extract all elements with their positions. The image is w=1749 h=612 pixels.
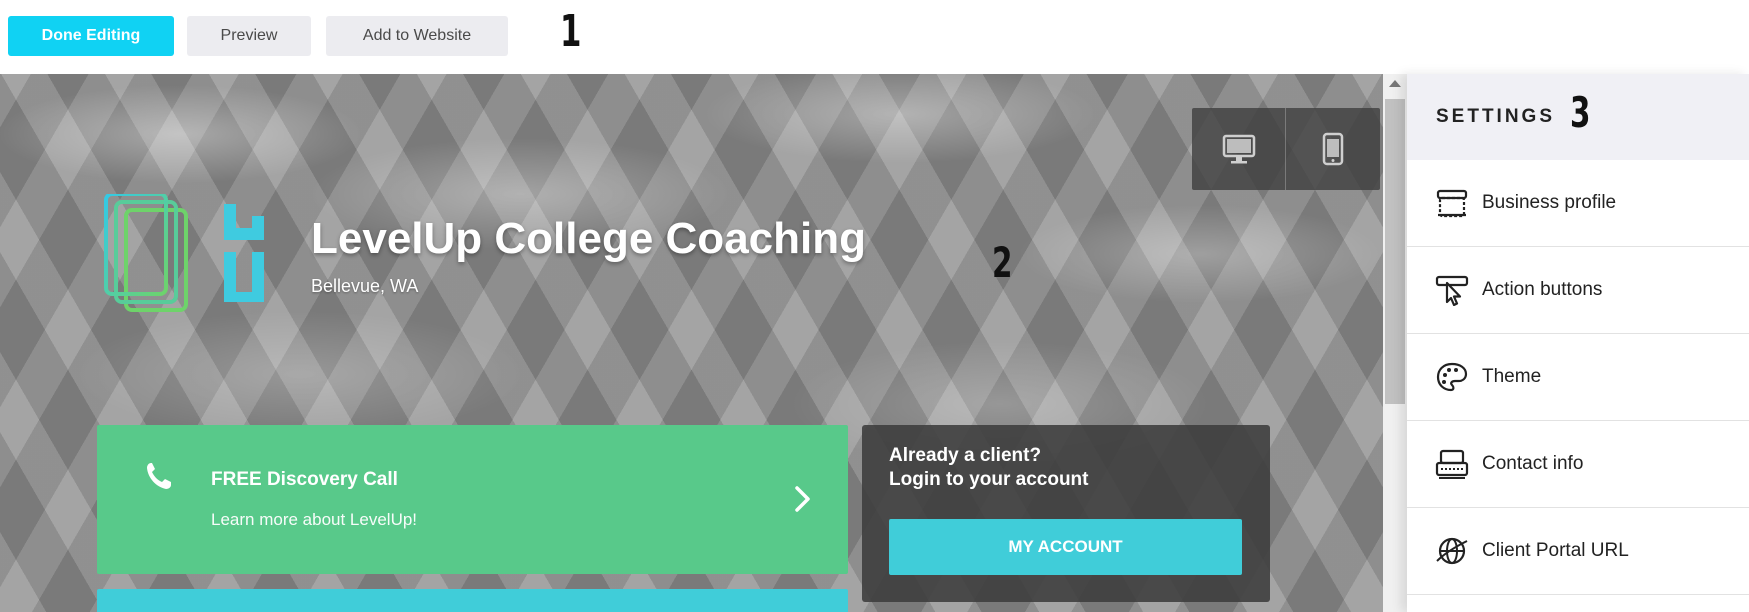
globe-icon <box>1436 537 1468 565</box>
client-login-box: Already a client? Login to your account … <box>862 425 1270 602</box>
settings-item-label: Client Portal URL <box>1482 540 1629 561</box>
my-account-button[interactable]: MY ACCOUNT <box>889 519 1242 575</box>
preview-scrollbar[interactable] <box>1383 74 1407 612</box>
settings-item-business-profile[interactable]: Business profile <box>1407 160 1749 247</box>
phone-icon <box>147 463 171 489</box>
cta-title: FREE Discovery Call <box>211 469 398 490</box>
desktop-view-button[interactable] <box>1192 108 1285 190</box>
settings-item-theme[interactable]: Theme <box>1407 334 1749 421</box>
discovery-call-button[interactable]: FREE Discovery Call Learn more about Lev… <box>97 425 848 574</box>
client-prompt: Already a client? <box>889 445 1042 466</box>
site-preview: LevelUp College Coaching Bellevue, WA FR… <box>0 74 1383 612</box>
settings-item-label: Contact info <box>1482 453 1584 474</box>
desktop-icon <box>1222 134 1255 164</box>
business-name: LevelUp College Coaching <box>311 214 866 263</box>
settings-item-contact-info[interactable]: Contact info <box>1407 421 1749 508</box>
annotation-marker-2: 2 <box>992 238 1013 287</box>
settings-item-action-buttons[interactable]: Action buttons <box>1407 247 1749 334</box>
settings-panel: SETTINGS Business profile Action buttons… <box>1407 74 1749 612</box>
preview-button[interactable]: Preview <box>187 16 311 56</box>
scroll-thumb[interactable] <box>1385 99 1405 404</box>
settings-item-label: Action buttons <box>1482 279 1603 300</box>
settings-item-label: Theme <box>1482 366 1542 387</box>
mobile-view-button[interactable] <box>1285 108 1379 190</box>
device-toggle <box>1192 108 1380 190</box>
scroll-up-arrow-icon[interactable] <box>1389 80 1401 87</box>
contact-card-icon <box>1435 449 1469 479</box>
palette-icon <box>1436 362 1468 392</box>
pointer-click-icon <box>1435 275 1469 306</box>
secondary-action-button[interactable] <box>97 589 848 612</box>
settings-item-client-portal-url[interactable]: Client Portal URL <box>1407 508 1749 595</box>
add-to-website-button[interactable]: Add to Website <box>326 16 508 56</box>
done-editing-button[interactable]: Done Editing <box>8 16 174 56</box>
cta-subtitle: Learn more about LevelUp! <box>211 510 418 529</box>
settings-title: SETTINGS <box>1436 106 1556 127</box>
client-login-text: Login to your account <box>889 469 1089 490</box>
storefront-icon <box>1436 189 1468 218</box>
business-location: Bellevue, WA <box>311 276 419 296</box>
annotation-marker-1: 1 <box>560 6 582 57</box>
annotation-marker-3: 3 <box>1570 88 1591 137</box>
mobile-icon <box>1322 132 1343 166</box>
settings-item-label: Business profile <box>1482 192 1617 213</box>
levelup-logo <box>104 194 264 312</box>
chevron-right-icon <box>795 486 810 512</box>
top-toolbar: Done Editing Preview Add to Website 1 <box>0 0 1749 74</box>
